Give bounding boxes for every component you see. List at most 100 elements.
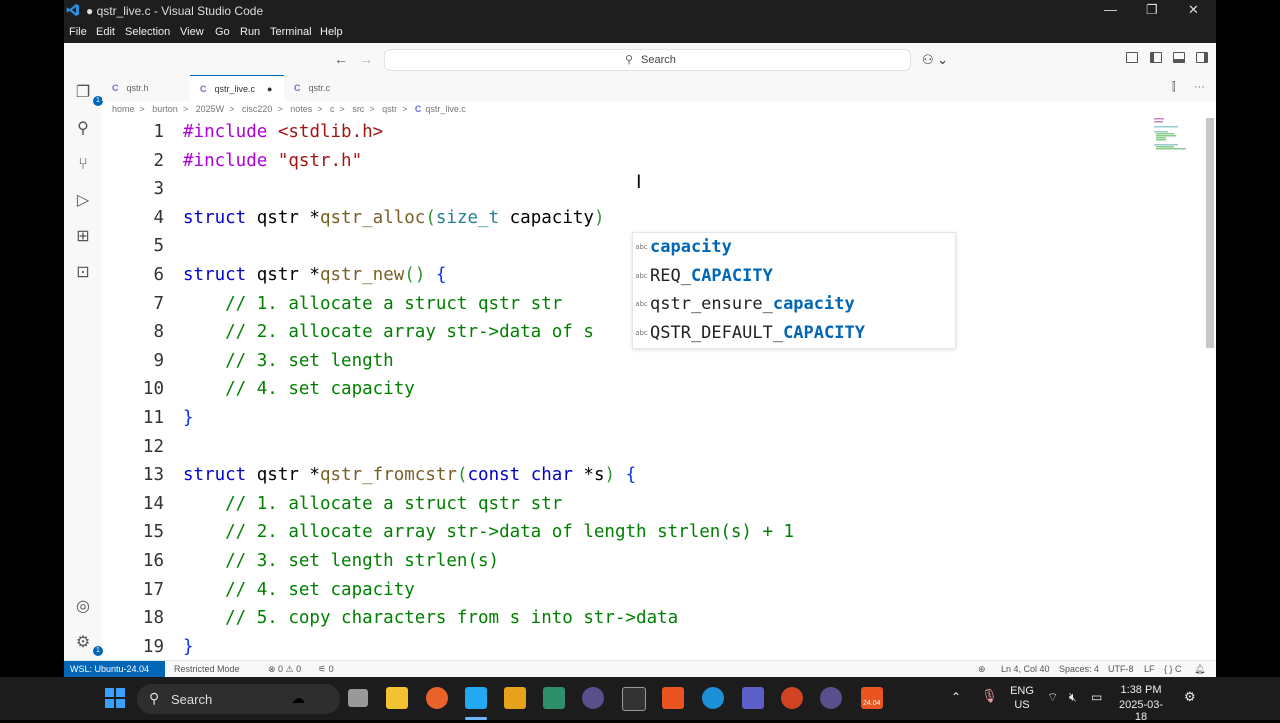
language-top[interactable]: ENG [1008, 685, 1036, 697]
unsaved-dot-icon[interactable]: ● [267, 84, 272, 94]
settings-gear-icon[interactable]: ⚙ 1 [73, 633, 103, 656]
code-text: struct qstr *qstr_alloc(size_t capacity) [183, 207, 605, 228]
breadcrumb-item[interactable]: cisc220 [242, 104, 273, 114]
terminal-icon[interactable] [622, 687, 646, 711]
breadcrumb-item[interactable]: c [330, 104, 335, 114]
line-number: 2 [153, 150, 164, 171]
menu-go[interactable]: Go [215, 26, 230, 38]
menu-terminal[interactable]: Terminal [270, 26, 312, 38]
search-highlight-icon: ☁ [291, 690, 305, 706]
line-number: 13 [142, 465, 164, 486]
code-text: // 2. allocate array str->data of length… [183, 522, 795, 543]
tab-qstr-c[interactable]: Cqstr.c [284, 75, 364, 101]
task-view-icon[interactable] [348, 689, 368, 707]
breadcrumb-item[interactable]: notes [290, 104, 312, 114]
remote-explorer-icon[interactable]: ⊡ [73, 263, 93, 283]
suggestion-prefix: REQ_ [650, 265, 691, 286]
split-editor-icon[interactable]: ⫿ [1172, 81, 1176, 94]
cursor-position[interactable]: Ln 4, Col 40 [1001, 664, 1050, 674]
line-number: 3 [153, 179, 164, 200]
suggestion-item[interactable]: abc capacity [633, 233, 955, 261]
accounts-icon[interactable]: ◎ [73, 597, 93, 617]
vertical-scrollbar[interactable] [1206, 118, 1214, 348]
encoding[interactable]: UTF-8 [1108, 664, 1134, 674]
volume-muted-icon[interactable]: 🔇︎ [1069, 690, 1077, 705]
breadcrumb-item[interactable]: qstr [382, 104, 397, 114]
menu-run[interactable]: Run [240, 26, 260, 38]
autocomplete-suggestions[interactable]: abc capacity abc REQ_CAPACITY abc qstr_ensure… [632, 232, 956, 349]
app-icon[interactable] [504, 687, 526, 709]
code-editor[interactable]: 1 #include <stdlib.h> 2 #include "qstr.h" 3 4… [102, 118, 1202, 658]
clock-time[interactable]: 1:38 PM [1118, 684, 1164, 696]
file-explorer-icon[interactable] [386, 687, 408, 709]
menu-file[interactable]: File [69, 26, 87, 38]
edge-icon[interactable] [702, 687, 724, 709]
suggestion-item[interactable]: abc QSTR_DEFAULT_CAPACITY [633, 319, 955, 347]
customize-layout-icon[interactable] [1126, 52, 1138, 63]
run-debug-icon[interactable]: ▷ [73, 191, 93, 211]
app-icon[interactable] [582, 687, 604, 709]
minimap[interactable] [1152, 118, 1192, 158]
breadcrumb-item[interactable]: qstr_live.c [425, 104, 466, 114]
line-number: 7 [153, 293, 164, 314]
tab-qstr-h[interactable]: Cqstr.h [102, 75, 190, 101]
menu-view[interactable]: View [180, 26, 204, 38]
ubuntu-icon[interactable] [662, 687, 684, 709]
clock-date[interactable]: 2025-03-18 [1115, 699, 1167, 723]
indentation[interactable]: Spaces: 4 [1059, 664, 1099, 674]
forward-arrow-icon[interactable]: → [359, 51, 373, 67]
zoom-icon[interactable]: ⊕ [978, 664, 986, 675]
wifi-icon[interactable]: ⌔ [1047, 690, 1058, 705]
search-placeholder: Search [641, 54, 676, 66]
vscode-taskbar-icon[interactable] [465, 687, 487, 709]
line-number: 17 [142, 579, 164, 600]
powerpoint-icon[interactable] [781, 687, 803, 709]
toggle-primary-sidebar-icon[interactable] [1150, 52, 1162, 63]
restore-button[interactable]: ❐ [1146, 2, 1158, 18]
language-mode[interactable]: { } C [1164, 664, 1182, 674]
notification-center-icon[interactable]: ⚙ [1184, 689, 1196, 705]
breadcrumb-item[interactable]: burton [152, 104, 178, 114]
source-control-icon[interactable]: ⑂ [73, 155, 93, 175]
search-box[interactable]: ⚲ Search [384, 49, 911, 71]
menu-edit[interactable]: Edit [96, 26, 115, 38]
app-icon[interactable] [820, 687, 842, 709]
battery-icon[interactable]: ▭ [1091, 690, 1102, 704]
minimize-button[interactable]: — [1104, 2, 1117, 17]
toggle-panel-icon[interactable] [1173, 52, 1185, 63]
breadcrumb-item[interactable]: home [112, 104, 135, 114]
breadcrumb-item[interactable]: 2025W [196, 104, 225, 114]
firefox-icon[interactable] [426, 687, 448, 709]
more-actions-icon[interactable]: ··· [1194, 81, 1205, 93]
close-button[interactable]: ✕ [1188, 2, 1199, 18]
menu-help[interactable]: Help [320, 26, 343, 38]
ports-indicator[interactable]: ⚟ 0 [318, 664, 334, 675]
window-title: ● qstr_live.c - Visual Studio Code [86, 4, 264, 18]
microphone-icon[interactable]: 🎙︎ [981, 688, 998, 704]
store-icon[interactable] [543, 687, 565, 709]
ubuntu-24-icon[interactable]: 24.04 [861, 687, 883, 709]
problems-indicator[interactable]: ⊗ 0 ⚠ 0 [268, 664, 301, 675]
language-bottom[interactable]: US [1008, 699, 1036, 711]
notifications-bell-icon[interactable]: 🔔︎ [1194, 664, 1205, 675]
taskbar-search[interactable]: ⚲ Search ☁ [137, 684, 340, 714]
suggestion-item[interactable]: abc REQ_CAPACITY [633, 262, 955, 290]
search-view-icon[interactable]: ⚲ [73, 119, 93, 139]
tab-qstr-live-c[interactable]: Cqstr_live.c ● [190, 75, 284, 102]
menu-selection[interactable]: Selection [125, 26, 170, 38]
remote-indicator[interactable]: WSL: Ubuntu-24.04 [64, 661, 165, 677]
line-ending[interactable]: LF [1144, 664, 1155, 674]
back-arrow-icon[interactable]: ← [334, 51, 348, 67]
tab-label: qstr.h [126, 83, 149, 93]
restricted-mode-indicator[interactable]: Restricted Mode [174, 664, 240, 674]
tray-chevron-icon[interactable]: ⌃ [951, 690, 961, 704]
copilot-icon[interactable]: ⚇ ⌄ [922, 52, 948, 68]
breadcrumb-item[interactable]: src [352, 104, 364, 114]
suggestion-item[interactable]: abc qstr_ensure_capacity [633, 290, 955, 318]
teams-icon[interactable] [742, 687, 764, 709]
toggle-secondary-sidebar-icon[interactable] [1196, 52, 1208, 63]
extensions-icon[interactable]: ⊞ [73, 227, 93, 247]
line-number: 6 [153, 265, 164, 285]
explorer-icon[interactable]: ❐ 1 [73, 83, 103, 106]
windows-start-icon[interactable] [104, 687, 126, 709]
